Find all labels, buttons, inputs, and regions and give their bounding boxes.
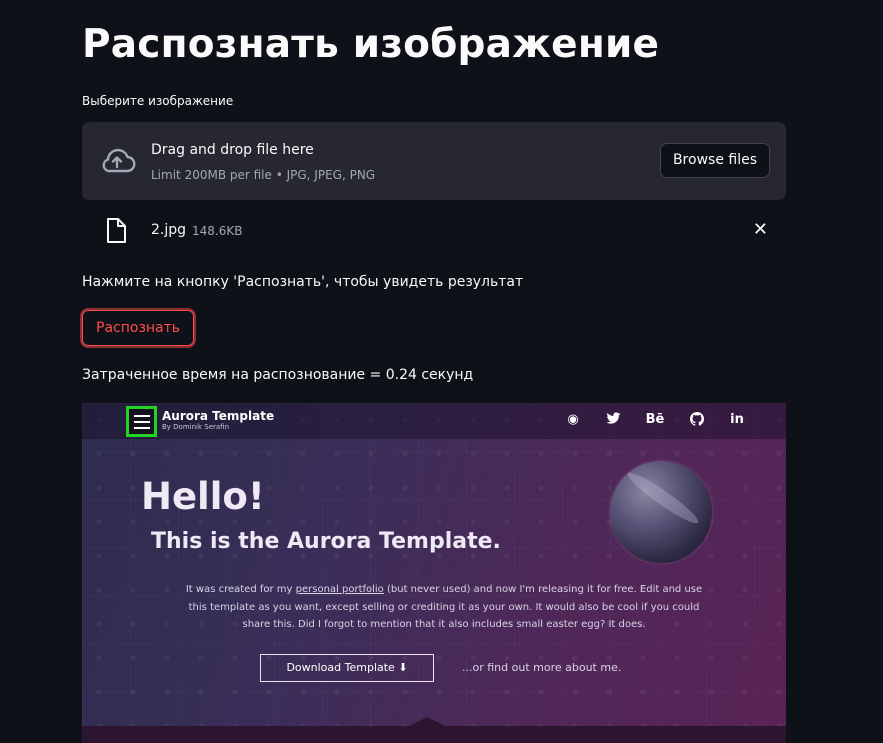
elapsed-time: Затраченное время на распознование = 0.2… <box>82 367 474 383</box>
close-icon[interactable]: ✕ <box>753 219 768 240</box>
menu-icon <box>126 406 157 437</box>
preview-bottom-strip <box>82 717 786 743</box>
cloud-upload-icon <box>98 145 136 179</box>
desc-link: personal portfolio <box>295 584 384 595</box>
result-image: Aurora Template By Dominik Serafin ◉ Bē … <box>82 403 786 743</box>
preview-description: It was created for my personal portfolio… <box>184 581 704 634</box>
uploaded-file-row: 2.jpg 148.6KB ✕ <box>82 213 786 249</box>
desc-text-start: It was created for my <box>185 584 296 595</box>
planet-image <box>610 461 712 563</box>
recognize-button[interactable]: Распознать <box>82 310 195 346</box>
preview-subtitle: This is the Aurora Template. <box>151 529 501 554</box>
preview-download-button: Download Template ⬇ <box>260 654 434 682</box>
github-icon <box>687 412 707 430</box>
file-name: 2.jpg <box>151 222 187 238</box>
linkedin-icon: in <box>730 412 744 427</box>
preview-find-more: ...or find out more about me. <box>462 661 622 674</box>
uploader-label: Выберите изображение <box>82 94 234 108</box>
hint-text: Нажмите на кнопку 'Распознать', чтобы ув… <box>82 274 524 290</box>
behance-icon: Bē <box>645 412 665 427</box>
browse-files-button[interactable]: Browse files <box>659 143 770 178</box>
dribbble-icon: ◉ <box>567 412 579 427</box>
background-pattern <box>82 403 786 743</box>
twitter-icon <box>603 412 623 429</box>
file-dropzone[interactable]: Drag and drop file here Limit 200MB per … <box>82 122 786 200</box>
dropzone-title: Drag and drop file here <box>151 142 314 158</box>
file-size: 148.6KB <box>192 224 243 238</box>
page-title: Распознать изображение <box>82 22 660 67</box>
preview-brand-sub: By Dominik Serafin <box>162 423 230 431</box>
dropzone-limit: Limit 200MB per file • JPG, JPEG, PNG <box>151 168 376 182</box>
preview-hello: Hello! <box>141 475 265 518</box>
file-icon <box>105 217 127 248</box>
preview-brand-name: Aurora Template <box>162 409 275 423</box>
